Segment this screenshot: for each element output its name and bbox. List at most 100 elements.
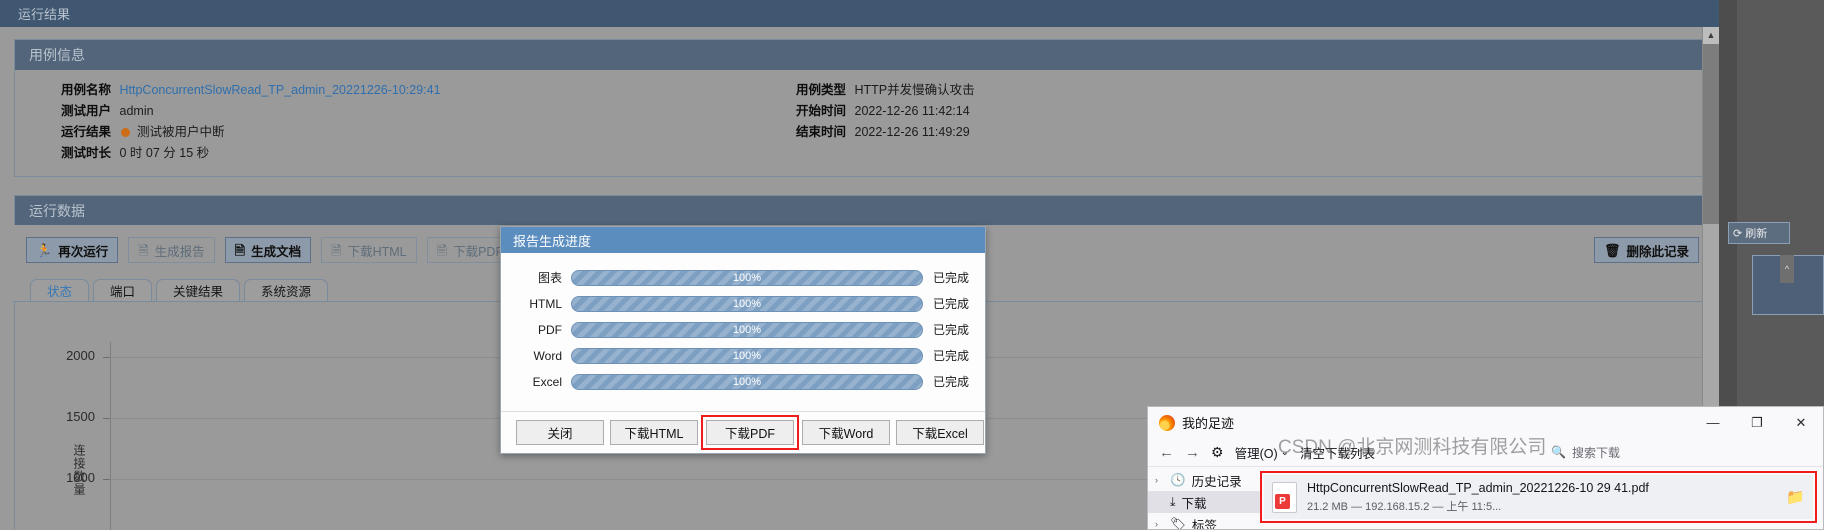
progress-status-chart: 已完成 (933, 271, 970, 285)
case-info-card: 用例信息 用例名称 HttpConcurrentSlowRead_TP_admi… (14, 39, 1705, 177)
maximize-button[interactable]: ❐ (1735, 407, 1779, 438)
pdf-file-icon (1272, 481, 1297, 513)
test-duration-row: 测试时长 0 时 07 分 15 秒 (61, 143, 796, 164)
status-dot-icon (120, 128, 130, 137)
download-excel-button-wrap: 下载Excel (893, 417, 987, 448)
firefox-window-controls: — ❐ ✕ (1691, 407, 1823, 438)
back-icon[interactable]: ← (1159, 444, 1174, 461)
search-icon: 🔍 (1551, 445, 1566, 459)
generate-document-button[interactable]: 🗎 生成文档 (224, 237, 312, 263)
generate-document-label: 生成文档 (251, 244, 302, 259)
test-duration-label: 测试时长 (61, 146, 112, 160)
report-progress-dialog-title: 报告生成进度 (513, 233, 592, 249)
chevron-down-icon[interactable]: ⌄ (1281, 447, 1289, 458)
clock-icon: 🕓 (1170, 472, 1186, 487)
pdf-document-icon: 🗎 (234, 242, 246, 258)
tab-key-results-label: 关键结果 (173, 285, 224, 299)
dialog-download-pdf-button[interactable]: 下载PDF (706, 420, 794, 445)
clear-download-list-button[interactable]: 清空下载列表 (1300, 443, 1375, 462)
search-downloads-field[interactable]: 🔍 搜索下载 (1544, 442, 1812, 463)
download-pdf-label: 下载PDF (453, 244, 504, 259)
case-name-row: 用例名称 HttpConcurrentSlowRead_TP_admin_202… (61, 80, 796, 101)
forward-icon[interactable]: → (1185, 444, 1200, 461)
manage-menu-button[interactable]: 管理(O) (1235, 443, 1278, 462)
download-item-highlight: HttpConcurrentSlowRead_TP_admin_20221226… (1260, 471, 1817, 523)
case-name-label: 用例名称 (61, 83, 112, 97)
sidebar-item-history[interactable]: › 🕓 历史记录 (1148, 469, 1260, 491)
dialog-close-button[interactable]: 关闭 (516, 420, 604, 445)
delete-record-button[interactable]: 🗑 删除此记录 (1593, 237, 1699, 263)
start-time-row: 开始时间 2022-12-26 11:42:14 (796, 101, 1704, 122)
case-info-title: 用例信息 (29, 47, 85, 63)
firefox-library-titlebar: 我的足迹 — ❐ ✕ (1148, 407, 1823, 438)
chart-y-tickmark (103, 479, 110, 480)
tag-icon: 🏷 (1170, 516, 1186, 530)
download-file-meta: 21.2 MB — 192.168.15.2 — 上午 11:5... (1307, 500, 1502, 513)
case-type-row: 用例类型 HTTP并发慢确认攻击 (796, 80, 1704, 101)
tab-status[interactable]: 状态 (30, 279, 90, 301)
report-progress-dialog-body: 图表 100% 已完成 HTML 100% 已完成 PDF 100% 已完成 W… (501, 253, 985, 399)
runner-icon: 🏃 (36, 242, 53, 258)
progress-row-word: Word 100% 已完成 (515, 343, 971, 368)
run-data-header: 运行数据 (14, 195, 1705, 225)
progress-label-excel: Excel (532, 374, 562, 389)
report-progress-dialog-titlebar: 报告生成进度 (501, 227, 985, 253)
firefox-download-list: HttpConcurrentSlowRead_TP_admin_20221226… (1260, 467, 1823, 529)
chevron-right-icon: › (1155, 519, 1158, 529)
progress-row-chart: 图表 100% 已完成 (515, 265, 971, 290)
test-user-row: 测试用户 admin (61, 101, 796, 122)
progress-bar-word: 100% (571, 347, 923, 364)
run-again-button[interactable]: 🏃 再次运行 (26, 237, 119, 263)
sidebar-item-history-label: 历史记录 (1191, 474, 1242, 489)
chevron-right-icon: › (1155, 475, 1158, 485)
progress-label-pdf: PDF (538, 322, 562, 337)
scrollbar-up-arrow[interactable]: ▲ (1703, 27, 1719, 44)
background-scroll-up-button[interactable]: ^ (1780, 255, 1794, 283)
delete-record-label: 删除此记录 (1626, 244, 1689, 259)
download-list-item[interactable]: HttpConcurrentSlowRead_TP_admin_20221226… (1264, 475, 1813, 519)
end-time-value: 2022-12-26 11:49:29 (854, 125, 970, 139)
minimize-button[interactable]: — (1691, 407, 1735, 438)
progress-row-html: HTML 100% 已完成 (515, 291, 971, 316)
case-info-body: 用例名称 HttpConcurrentSlowRead_TP_admin_202… (15, 70, 1704, 176)
dialog-download-html-button[interactable]: 下载HTML (610, 420, 698, 445)
case-type-label: 用例类型 (796, 83, 847, 97)
tab-key-results[interactable]: 关键结果 (156, 279, 241, 301)
download-file-name: HttpConcurrentSlowRead_TP_admin_20221226… (1307, 480, 1649, 495)
progress-percent-excel: 100% (732, 375, 762, 388)
test-duration-value: 0 时 07 分 15 秒 (119, 146, 210, 160)
progress-status-excel: 已完成 (933, 375, 970, 389)
run-result-label: 运行结果 (61, 125, 112, 139)
progress-row-pdf: PDF 100% 已完成 (515, 317, 971, 342)
firefox-library-sidebar: › 🕓 历史记录 ⤓ 下载 › 🏷 标签 (1148, 467, 1260, 530)
run-data-title: 运行数据 (29, 202, 85, 219)
chart-y-tick-label: 1500 (66, 409, 95, 424)
close-button[interactable]: ✕ (1779, 407, 1823, 438)
test-user-value: admin (119, 104, 154, 118)
gear-icon: ⚙ (1211, 443, 1224, 460)
tab-port[interactable]: 端口 (93, 279, 153, 301)
generate-report-label: 生成报告 (154, 244, 205, 259)
firefox-logo-icon (1159, 414, 1175, 431)
case-name-value[interactable]: HttpConcurrentSlowRead_TP_admin_20221226… (120, 83, 441, 97)
start-time-value: 2022-12-26 11:42:14 (854, 104, 970, 118)
progress-bar-excel: 100% (571, 373, 923, 390)
tab-port-label: 端口 (110, 285, 136, 299)
download-word-button-wrap: 下载Word (799, 417, 893, 448)
case-info-right-column: 用例类型 HTTP并发慢确认攻击 开始时间 2022-12-26 11:42:1… (796, 80, 1704, 164)
tab-system-resources[interactable]: 系统资源 (244, 279, 329, 301)
sidebar-item-tags[interactable]: › 🏷 标签 (1148, 513, 1260, 530)
folder-icon[interactable]: 📁 (1786, 488, 1805, 506)
chart-y-axis-label: 连接数量 (72, 444, 86, 496)
close-button-wrap: 关闭 (513, 417, 607, 448)
progress-bar-pdf: 100% (571, 321, 923, 338)
sidebar-item-downloads[interactable]: ⤓ 下载 (1148, 491, 1260, 513)
download-html-button[interactable]: 🗎 下载HTML (321, 237, 417, 263)
generate-report-button[interactable]: 🗎 生成报告 (128, 237, 215, 263)
progress-bar-html: 100% (571, 295, 923, 312)
dialog-download-excel-button[interactable]: 下载Excel (896, 420, 984, 445)
case-info-grid: 用例名称 HttpConcurrentSlowRead_TP_admin_202… (15, 80, 1704, 164)
scrollbar-thumb[interactable] (1703, 44, 1719, 224)
background-refresh-button[interactable]: ⟳ 刷新 (1728, 222, 1790, 244)
dialog-download-word-button[interactable]: 下载Word (802, 420, 890, 445)
